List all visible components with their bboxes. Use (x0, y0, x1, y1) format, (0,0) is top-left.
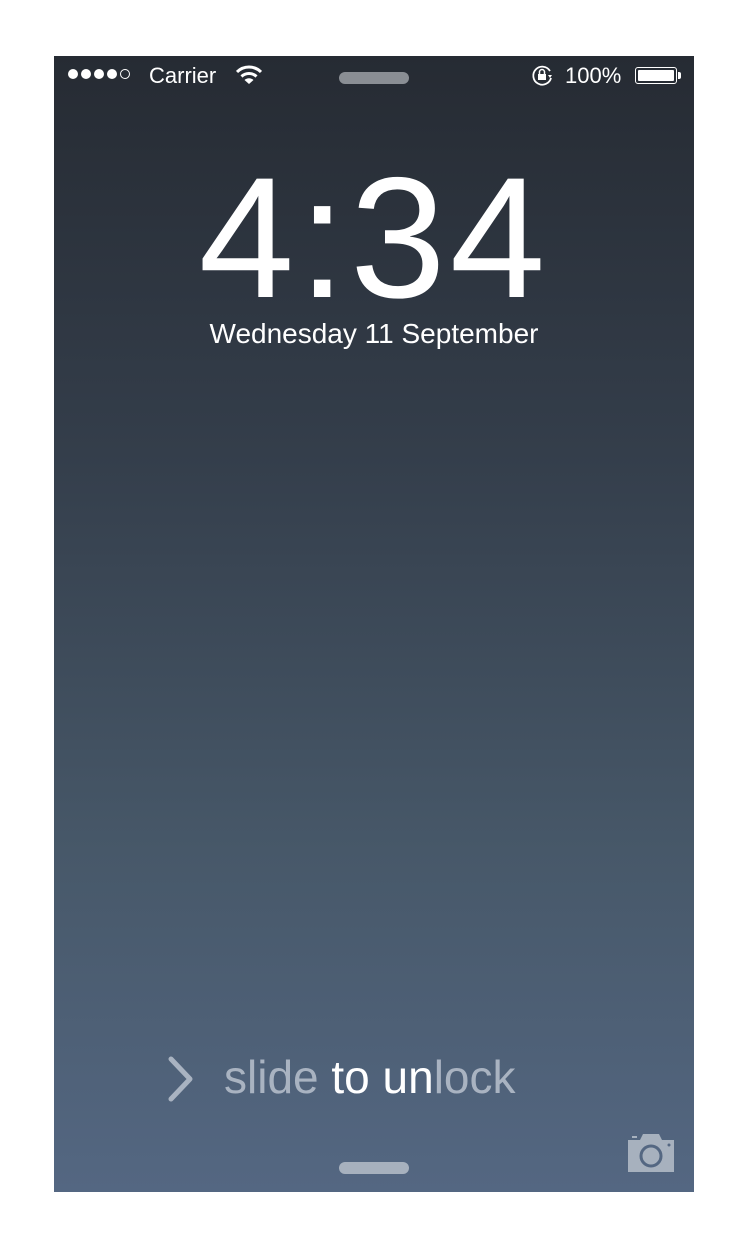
slide-text-highlight: to un (331, 1051, 434, 1103)
speaker-notch (339, 72, 409, 84)
slide-text-suffix: lock (433, 1051, 516, 1103)
battery-tip (678, 72, 681, 79)
control-center-grabber[interactable] (339, 1162, 409, 1174)
clock-time: 4:34 (198, 142, 550, 334)
slide-to-unlock[interactable]: slide to unlock (224, 1050, 516, 1104)
signal-strength-icon (68, 69, 130, 79)
slide-text-prefix: slide (224, 1051, 332, 1103)
wifi-icon (236, 65, 262, 84)
chevron-right-icon (168, 1056, 193, 1102)
battery-percentage: 100% (565, 63, 622, 88)
camera-icon[interactable] (626, 1134, 676, 1172)
battery-icon (635, 67, 677, 84)
rotation-lock-icon (532, 65, 552, 86)
lock-screen: Carrier 100% 4:34 Wednesday 11 September… (54, 56, 694, 1192)
clock-date: Wednesday 11 September (209, 318, 539, 349)
carrier-label: Carrier (149, 63, 217, 88)
